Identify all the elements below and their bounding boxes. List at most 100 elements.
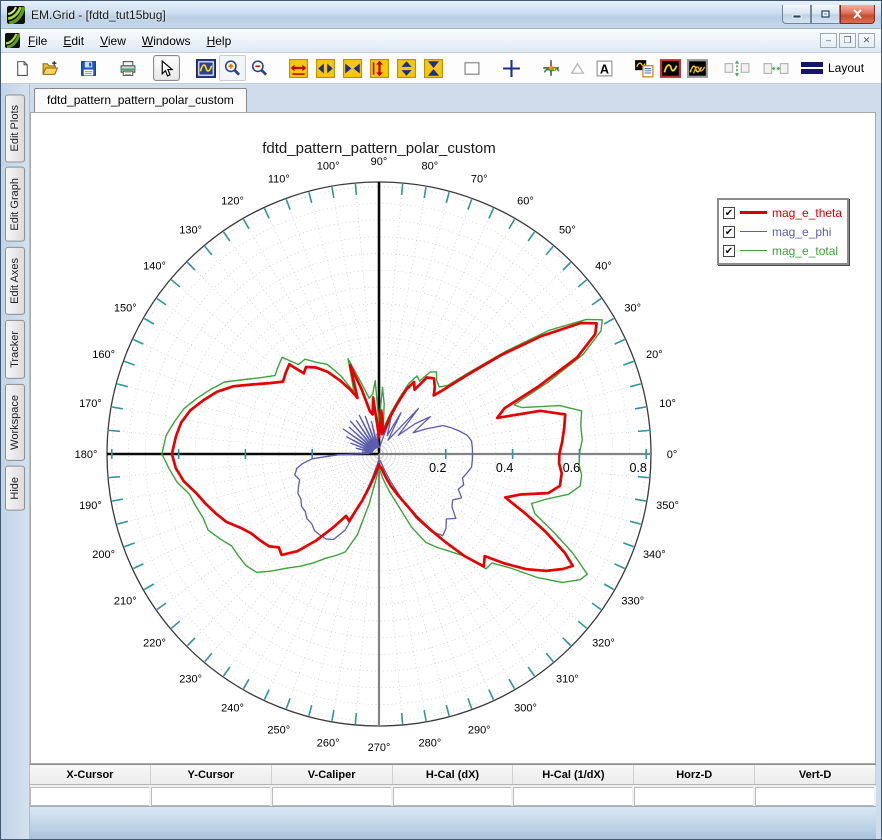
rectangle-icon xyxy=(464,61,480,75)
app-window: EM.Grid - [fdtd_tut15bug] File Edit View… xyxy=(0,0,882,840)
zoom-window-button[interactable] xyxy=(459,55,486,81)
sidebar-item-edit-axes[interactable]: Edit Axes xyxy=(5,247,25,315)
tile-horizontal-button[interactable] xyxy=(762,55,789,81)
app-logo-icon xyxy=(7,5,25,24)
legend-checkbox-phi[interactable]: ✔ xyxy=(723,225,735,238)
tab-active-plot[interactable]: fdtd_pattern_pattern_polar_custom xyxy=(34,88,247,112)
shrink-y-button[interactable] xyxy=(420,55,447,81)
legend-box: ✔ mag_e_theta ✔ mag_e_phi ✔ mag_e_total xyxy=(717,198,849,265)
menu-help[interactable]: Help xyxy=(199,32,240,50)
legend-toggle-button[interactable] xyxy=(630,55,657,81)
svg-text:220°: 220° xyxy=(143,637,166,649)
add-text-button[interactable]: A xyxy=(591,55,618,81)
legend-row-theta: ✔ mag_e_theta xyxy=(723,203,843,222)
legend-line-phi-icon xyxy=(740,231,767,232)
shrink-x-button[interactable] xyxy=(339,55,366,81)
widen-y-button[interactable] xyxy=(393,55,420,81)
svg-text:0.8: 0.8 xyxy=(630,461,647,475)
svg-text:A: A xyxy=(600,62,609,76)
close-icon xyxy=(853,9,862,19)
column-v-caliper: V-Caliper xyxy=(272,765,393,784)
layout-label: Layout xyxy=(828,61,865,75)
tile-vertical-icon xyxy=(724,59,749,77)
menu-bar: File Edit View Windows Help – ❐ ✕ xyxy=(1,29,881,53)
value-v-caliper xyxy=(271,787,391,806)
legend-label-total: mag_e_total xyxy=(772,243,839,258)
status-header-row: X-Cursor Y-Cursor V-Caliper H-Cal (dX) H… xyxy=(30,765,877,785)
crosshair-button[interactable] xyxy=(498,55,525,81)
sidebar-item-workspace[interactable]: Workspace xyxy=(5,383,25,461)
window-close-button[interactable] xyxy=(840,5,875,24)
layout-dropdown[interactable]: Layout xyxy=(801,61,875,75)
sidebar-item-hide[interactable]: Hide xyxy=(5,465,25,511)
restore-icon xyxy=(821,10,830,18)
legend-label-theta: mag_e_theta xyxy=(772,205,843,220)
status-value-row xyxy=(30,785,876,806)
widen-x-icon xyxy=(316,58,335,78)
expand-y-button[interactable] xyxy=(366,55,393,81)
svg-text:110°: 110° xyxy=(268,174,290,186)
legend-row-phi: ✔ mag_e_phi xyxy=(723,222,843,241)
column-h-cal-dx: H-Cal (dX) xyxy=(393,765,514,784)
legend-checkbox-total[interactable]: ✔ xyxy=(723,244,735,257)
svg-text:350°: 350° xyxy=(656,500,679,512)
sidebar-item-tracker[interactable]: Tracker xyxy=(5,319,25,379)
child-minimize-button[interactable]: – xyxy=(820,33,837,48)
window-restore-button[interactable] xyxy=(811,5,840,24)
tracker-icon xyxy=(542,59,559,76)
zoom-fit-button[interactable] xyxy=(192,55,219,81)
svg-text:fdtd_pattern_pattern_polar_cus: fdtd_pattern_pattern_polar_custom xyxy=(262,140,496,157)
zoom-in-icon xyxy=(224,59,241,76)
open-folder-icon xyxy=(41,60,58,75)
svg-text:0.4: 0.4 xyxy=(496,461,513,475)
new-file-button[interactable] xyxy=(9,55,36,81)
value-horz-d xyxy=(634,787,754,806)
menu-windows[interactable]: Windows xyxy=(134,32,199,50)
cursor-status-table: X-Cursor Y-Cursor V-Caliper H-Cal (dX) H… xyxy=(30,764,877,806)
zoom-out-button[interactable] xyxy=(246,55,273,81)
select-arrow-button[interactable] xyxy=(153,55,180,81)
menu-edit[interactable]: Edit xyxy=(55,32,92,50)
svg-text:340°: 340° xyxy=(643,549,666,561)
fit-wave-icon xyxy=(195,58,216,78)
single-curve-button[interactable] xyxy=(657,55,684,81)
child-restore-button[interactable]: ❐ xyxy=(839,33,856,48)
svg-text:100°: 100° xyxy=(317,160,340,172)
window-bottom-frame xyxy=(30,806,876,839)
menu-file[interactable]: File xyxy=(20,32,55,50)
sidebar-item-edit-plots[interactable]: Edit Plots xyxy=(5,94,25,163)
svg-text:240°: 240° xyxy=(221,703,244,715)
window-minimize-button[interactable] xyxy=(782,5,811,24)
svg-text:210°: 210° xyxy=(114,596,137,608)
print-button[interactable] xyxy=(114,55,141,81)
title-bar[interactable]: EM.Grid - [fdtd_tut15bug] xyxy=(1,1,881,29)
svg-text:50°: 50° xyxy=(559,225,576,237)
svg-text:130°: 130° xyxy=(179,225,202,237)
marker-button[interactable] xyxy=(564,55,591,81)
svg-text:150°: 150° xyxy=(114,303,137,315)
minimize-icon xyxy=(792,14,801,18)
column-vert-d: Vert-D xyxy=(755,765,877,784)
tile-vertical-button[interactable] xyxy=(723,55,750,81)
expand-x-button[interactable] xyxy=(285,55,312,81)
widen-x-button[interactable] xyxy=(312,55,339,81)
svg-text:0.6: 0.6 xyxy=(563,461,580,475)
shrink-y-icon xyxy=(424,58,443,78)
svg-text:70°: 70° xyxy=(471,174,488,186)
multi-curve-button[interactable] xyxy=(684,55,711,81)
svg-text:10°: 10° xyxy=(659,398,676,410)
cursor-arrow-icon xyxy=(161,59,174,77)
open-file-button[interactable] xyxy=(36,55,63,81)
sidebar-item-edit-graph[interactable]: Edit Graph xyxy=(5,167,25,243)
save-button[interactable] xyxy=(75,55,102,81)
child-close-button[interactable]: ✕ xyxy=(858,33,875,48)
svg-text:40°: 40° xyxy=(595,261,612,273)
svg-text:140°: 140° xyxy=(143,261,166,273)
svg-text:300°: 300° xyxy=(514,703,537,715)
legend-checkbox-theta[interactable]: ✔ xyxy=(723,206,735,219)
text-icon: A xyxy=(596,60,613,76)
tracker-button[interactable] xyxy=(537,55,564,81)
multi-curve-icon xyxy=(687,58,708,78)
zoom-in-button[interactable] xyxy=(219,55,246,81)
menu-view[interactable]: View xyxy=(92,32,134,50)
